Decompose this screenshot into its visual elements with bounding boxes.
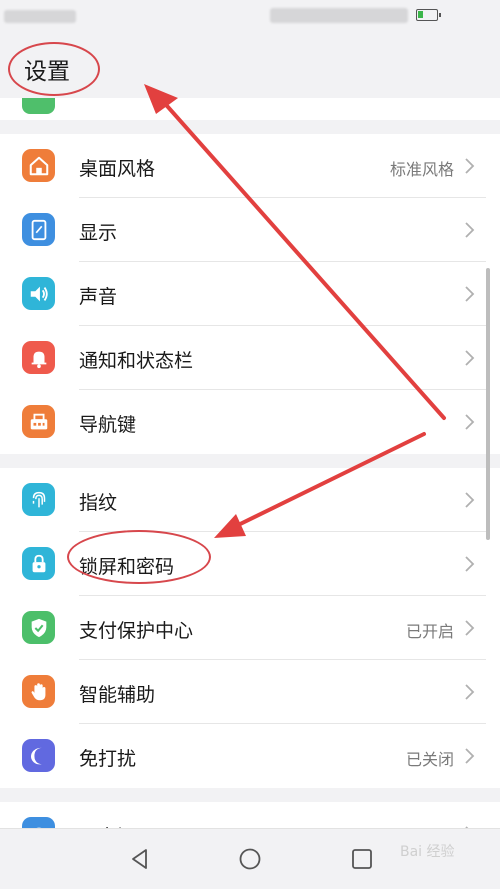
cloud-icon	[22, 817, 55, 828]
settings-list[interactable]: 桌面风格 标准风格 显示 声音 通知和状态栏 导航键 指纹 锁屏和密码 支付保护中心 已开启 智能…	[0, 98, 500, 828]
annotation-circle-title	[8, 42, 100, 96]
sidebar-item-notification[interactable]: 通知和状态栏	[0, 326, 500, 390]
moon-icon	[22, 739, 55, 772]
list-item-label: 声音	[79, 286, 118, 308]
bell-icon	[22, 341, 55, 374]
list-item-value: 已开启	[405, 622, 454, 641]
display-icon	[22, 213, 55, 246]
chevron-right-icon	[462, 683, 476, 701]
back-icon[interactable]	[128, 847, 152, 871]
chevron-right-icon	[462, 157, 476, 175]
shield-check-icon	[22, 611, 55, 644]
list-item-label: 显示	[79, 222, 118, 244]
chevron-right-icon	[462, 747, 476, 765]
list-item-label: 通知和状态栏	[79, 350, 194, 372]
partial-item-icon	[22, 98, 55, 114]
sidebar-item-navigation-key[interactable]: 导航键	[0, 390, 500, 454]
lock-icon	[22, 547, 55, 580]
status-bar	[0, 0, 500, 34]
navigation-bar: Bai 经验	[0, 828, 500, 889]
settings-section-security: 指纹 锁屏和密码 支付保护中心 已开启 智能辅助 免打扰 已关闭	[0, 468, 500, 788]
home-icon	[22, 149, 55, 182]
chevron-right-icon	[462, 491, 476, 509]
chevron-right-icon	[462, 619, 476, 637]
sidebar-item-payment-protection[interactable]: 支付保护中心 已开启	[0, 596, 500, 660]
list-item-label: 支付保护中心	[79, 620, 194, 642]
scrollbar[interactable]	[486, 268, 490, 540]
home-circle-icon[interactable]	[238, 847, 262, 871]
annotation-circle-lock	[67, 530, 211, 584]
sidebar-item-sound[interactable]: 声音	[0, 262, 500, 326]
list-item-value: 已关闭	[405, 750, 454, 769]
recents-square-icon[interactable]	[350, 847, 374, 871]
sidebar-item-smart-assist[interactable]: 智能辅助	[0, 660, 500, 724]
sidebar-item-cloud-space[interactable]: 云空间已开启	[0, 802, 500, 828]
chevron-right-icon	[462, 285, 476, 303]
hand-icon	[22, 675, 55, 708]
status-blur-left	[4, 10, 76, 23]
chevron-right-icon	[462, 413, 476, 431]
sidebar-item-fingerprint[interactable]: 指纹	[0, 468, 500, 532]
settings-section-cloud: 云空间已开启	[0, 802, 500, 828]
chevron-right-icon	[462, 349, 476, 367]
navigation-key-icon	[22, 405, 55, 438]
list-item-value: 标准风格	[389, 160, 454, 179]
list-item-label: 桌面风格	[79, 158, 156, 180]
partial-list-item	[0, 98, 500, 120]
sidebar-item-do-not-disturb[interactable]: 免打扰 已关闭	[0, 724, 500, 788]
list-item-label: 免打扰	[79, 748, 137, 770]
list-item-label: 指纹	[79, 492, 118, 514]
sidebar-item-display[interactable]: 显示	[0, 198, 500, 262]
battery-icon	[416, 9, 441, 21]
list-item-label: 智能辅助	[79, 684, 156, 706]
fingerprint-icon	[22, 483, 55, 516]
watermark: Bai 经验	[400, 844, 455, 860]
chevron-right-icon	[462, 221, 476, 239]
sidebar-item-desktop-style[interactable]: 桌面风格 标准风格	[0, 134, 500, 198]
list-item-label: 导航键	[79, 414, 137, 436]
chevron-right-icon	[462, 555, 476, 573]
settings-section-personalization: 桌面风格 标准风格显示声音通知和状态栏 导航键	[0, 134, 500, 454]
speaker-icon	[22, 277, 55, 310]
status-blur-right	[270, 8, 408, 23]
header: 设置	[0, 34, 500, 98]
